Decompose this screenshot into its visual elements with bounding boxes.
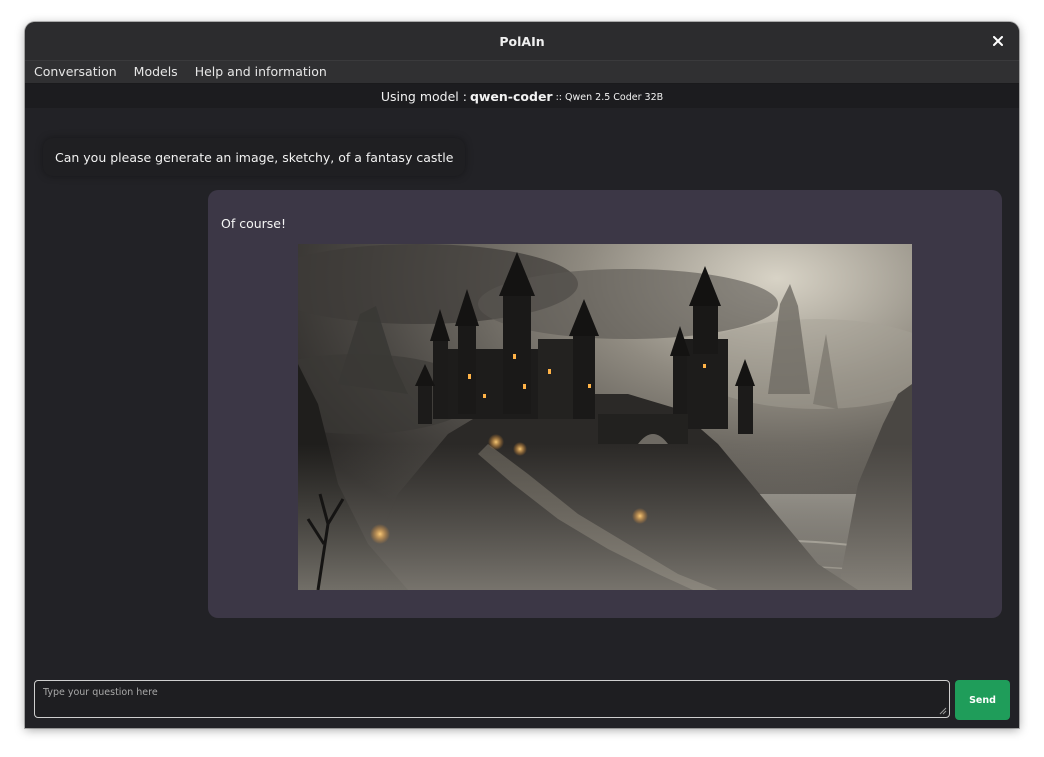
menu-conversation[interactable]: Conversation: [25, 61, 125, 83]
user-message-bubble: Can you please generate an image, sketch…: [43, 138, 466, 176]
question-input[interactable]: [35, 681, 949, 717]
close-icon: [993, 36, 1003, 46]
question-input-container: [34, 680, 950, 718]
window-title: PolAIn: [499, 33, 545, 49]
model-name: qwen-coder: [469, 88, 553, 104]
menu-bar: Conversation Models Help and information: [25, 60, 1019, 84]
app-window: PolAIn Conversation Models Help and info…: [25, 22, 1019, 728]
assistant-message-text: Of course!: [221, 216, 287, 231]
model-bar-prefix: Using model :: [380, 88, 467, 104]
menu-help[interactable]: Help and information: [186, 61, 335, 83]
fantasy-castle-image: [298, 244, 912, 590]
assistant-message-bubble: Of course!: [208, 190, 1002, 618]
model-bar: Using model : qwen-coder :: Qwen 2.5 Cod…: [25, 84, 1019, 108]
chat-area[interactable]: Can you please generate an image, sketch…: [25, 108, 1019, 668]
user-message-text: Can you please generate an image, sketch…: [55, 149, 454, 165]
send-button[interactable]: Send: [955, 680, 1010, 720]
close-button[interactable]: [989, 32, 1007, 50]
model-description: :: Qwen 2.5 Coder 32B: [555, 91, 664, 103]
title-bar: PolAIn: [25, 22, 1019, 60]
menu-models[interactable]: Models: [125, 61, 186, 83]
